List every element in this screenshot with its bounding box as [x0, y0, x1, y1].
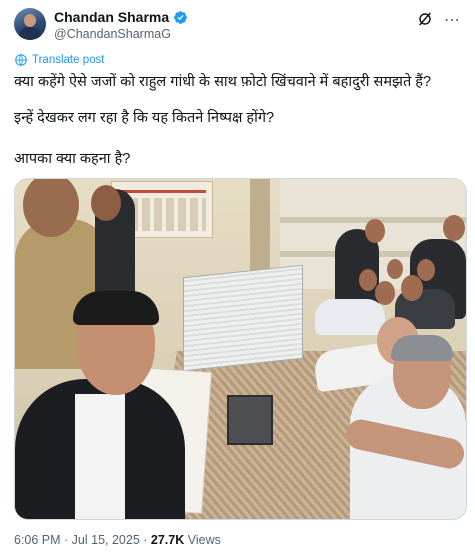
photo-face [401, 275, 423, 301]
photo-tray [227, 395, 273, 445]
photo-person [315, 299, 385, 335]
verified-badge-icon [174, 10, 188, 24]
photo-face [91, 185, 121, 221]
photo-face [365, 219, 385, 243]
post-line-2: इन्हें देखकर लग रहा है कि यह कितने निष्प… [14, 110, 275, 126]
more-icon[interactable]: ⋯ [444, 10, 461, 30]
photo-face [387, 259, 403, 279]
views-label: Views [187, 533, 221, 547]
post-date[interactable]: Jul 15, 2025 [72, 533, 140, 547]
translate-post-link[interactable]: Translate post [14, 53, 104, 67]
views-count: 27.7K [150, 533, 185, 547]
photo-hair [391, 335, 453, 361]
meta-separator: · [60, 533, 72, 547]
photo-face [375, 281, 395, 305]
post-line-1: क्या कहेंगे ऐसे जजों को राहुल गांधी के स… [14, 74, 432, 90]
translate-icon [15, 54, 27, 66]
post-time[interactable]: 6:06 PM [14, 533, 61, 547]
grok-icon[interactable] [417, 11, 433, 27]
post-header: Chandan Sharma @ChandanSharmaG ⋯ [14, 8, 461, 44]
photo-shirt [75, 394, 125, 519]
avatar-body [19, 27, 41, 40]
avatar[interactable] [14, 8, 46, 40]
photo-face [359, 269, 377, 291]
photo-face [443, 215, 465, 241]
author-handle[interactable]: @ChandanSharmaG [54, 27, 171, 41]
translate-label: Translate post [32, 54, 105, 66]
photo-hair [73, 291, 159, 325]
post-photo[interactable] [14, 178, 467, 520]
post-meta: 6:06 PM · Jul 15, 2025 · 27.7K Views [14, 533, 221, 547]
post-line-3: आपका क्या कहना है? [14, 151, 131, 167]
photo-monitor [183, 264, 303, 372]
avatar-face [24, 14, 36, 27]
meta-separator: · [139, 533, 151, 547]
author-name-row: Chandan Sharma [54, 9, 188, 25]
photo-face [417, 259, 435, 281]
author-name[interactable]: Chandan Sharma [54, 9, 169, 25]
post-text: क्या कहेंगे ऐसे जजों को राहुल गांधी के स… [14, 71, 464, 167]
